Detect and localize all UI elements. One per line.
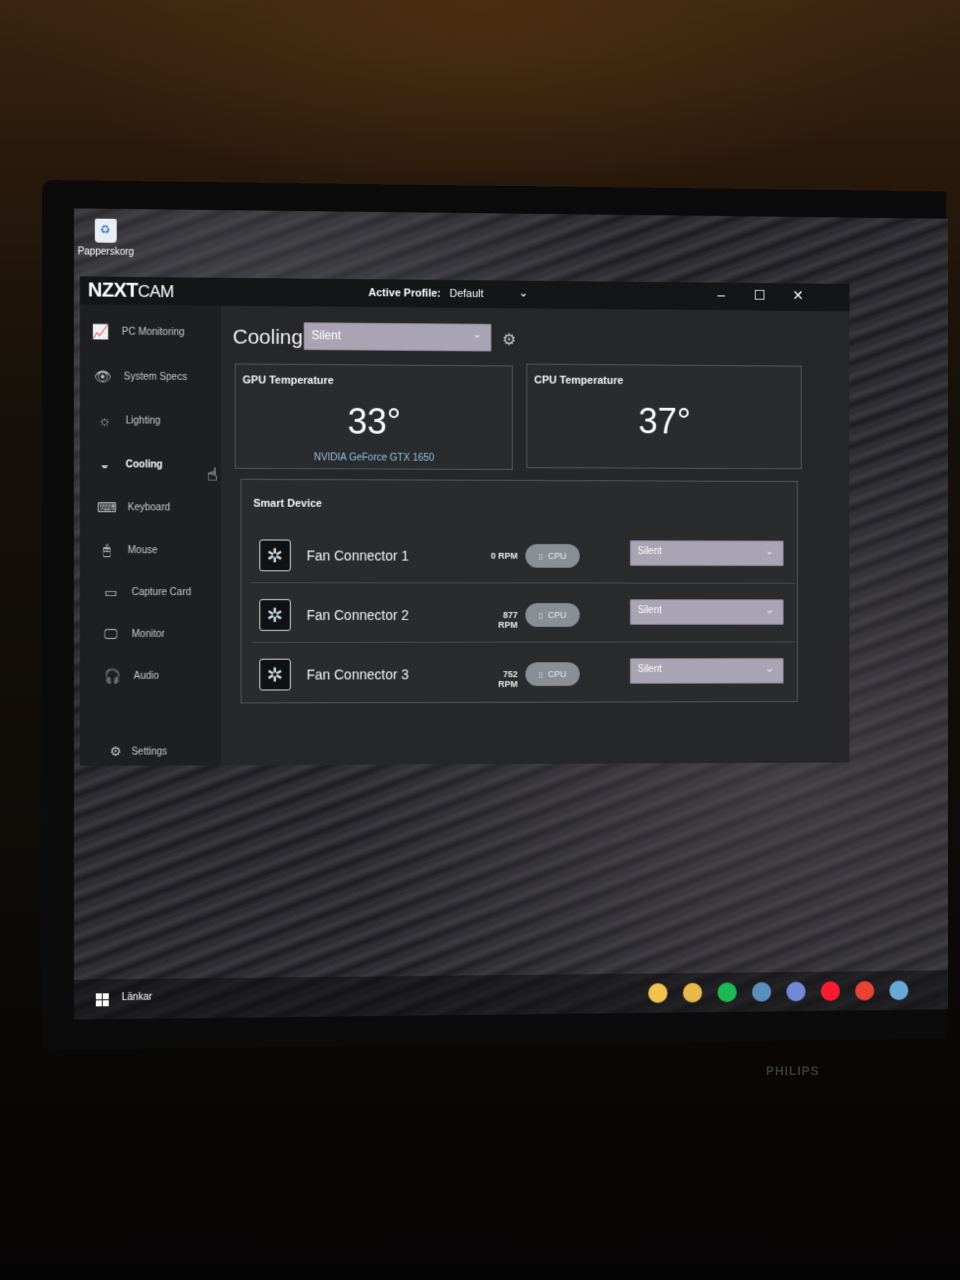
fan-profile-dropdown[interactable]: Silent ⌄ bbox=[630, 658, 784, 684]
fan-source-toggle[interactable]: ▯ CPU bbox=[525, 603, 579, 627]
cooling-page: Cooling Silent ⌄ ⚙ GPU Temperature 33° N… bbox=[221, 306, 850, 766]
chevron-down-icon: ⌄ bbox=[765, 545, 774, 558]
fan-row: ✲ Fan Connector 2 877 RPM ▯ CPU Silent ⌄ bbox=[251, 585, 795, 643]
discord-icon[interactable] bbox=[786, 982, 805, 1002]
gpu-temperature-card: GPU Temperature 33° NVIDIA GeForce GTX 1… bbox=[235, 363, 513, 470]
cpu-temperature-value: 37° bbox=[527, 400, 800, 443]
sidebar-item-mouse[interactable]: 🖱 Mouse bbox=[96, 535, 225, 565]
sidebar-item-pc-monitoring[interactable]: 📈 PC Monitoring bbox=[90, 316, 219, 347]
fan-row: ✲ Fan Connector 1 0 RPM ▯ CPU Silent ⌄ bbox=[251, 526, 795, 584]
smart-device-card: Smart Device ✲ Fan Connector 1 0 RPM ▯ C… bbox=[241, 479, 798, 704]
fan-source-toggle[interactable]: ▯ CPU bbox=[525, 662, 579, 686]
nzxt-cam-window: NZXTCAM Active Profile: Default ⌄ – ☐ ✕ … bbox=[80, 276, 850, 765]
chrome-icon[interactable] bbox=[855, 981, 874, 1001]
fan-icon: ✲ bbox=[259, 599, 291, 631]
fan-name: Fan Connector 2 bbox=[307, 607, 409, 623]
minimize-button[interactable]: – bbox=[712, 287, 731, 303]
steam-icon[interactable] bbox=[752, 982, 771, 1002]
active-profile-dropdown[interactable]: Default bbox=[450, 288, 484, 300]
cpu-chip-icon: ▯ bbox=[539, 551, 543, 560]
gpu-temperature-title: GPU Temperature bbox=[243, 374, 334, 387]
sidebar-item-settings[interactable]: ⚙ Settings bbox=[110, 744, 167, 760]
monitor-icon: 🖵 bbox=[100, 625, 122, 643]
page-title: Cooling bbox=[233, 326, 303, 350]
files-icon[interactable] bbox=[648, 983, 667, 1003]
capture-card-icon: ▭ bbox=[100, 583, 122, 601]
wall-background bbox=[0, 0, 960, 200]
fan-profile-dropdown[interactable]: Silent ⌄ bbox=[630, 540, 784, 566]
fan-rpm: 877 RPM bbox=[483, 610, 518, 630]
monitor-brand-logo: PHILIPS bbox=[766, 1064, 820, 1078]
sidebar-item-capture-card[interactable]: ▭ Capture Card bbox=[100, 577, 229, 607]
sidebar-item-audio[interactable]: 🎧 Audio bbox=[102, 661, 231, 691]
fan-source-toggle[interactable]: ▯ CPU bbox=[525, 544, 579, 568]
headset-icon: 🎧 bbox=[102, 667, 124, 685]
fan-rpm: 0 RPM bbox=[483, 551, 518, 561]
chart-line-icon: 📈 bbox=[90, 322, 112, 340]
settings-gear-icon[interactable]: ⚙ bbox=[502, 330, 516, 350]
cpu-chip-icon: ▯ bbox=[539, 670, 543, 679]
fan-icon: ✲ bbox=[259, 659, 291, 691]
keyboard-icon: ⌨ bbox=[96, 498, 118, 516]
sun-icon: ☼ bbox=[94, 411, 116, 429]
sidebar: 📈 PC Monitoring 👁 System Specs ☼ Lightin… bbox=[80, 304, 221, 765]
sidebar-item-monitor[interactable]: 🖵 Monitor bbox=[100, 619, 229, 649]
smart-device-title: Smart Device bbox=[253, 498, 322, 510]
maximize-button[interactable]: ☐ bbox=[750, 287, 769, 304]
cpu-temperature-title: CPU Temperature bbox=[534, 374, 623, 386]
fan-icon: ✲ bbox=[259, 539, 291, 571]
fan-cooling-icon: ◒ bbox=[94, 455, 116, 473]
taskbar-links-label[interactable]: Länkar bbox=[122, 992, 152, 1003]
recycle-bin-icon bbox=[95, 219, 117, 243]
sidebar-item-lighting[interactable]: ☼ Lighting bbox=[94, 405, 223, 436]
chevron-down-icon: ⌄ bbox=[765, 662, 774, 675]
close-button[interactable]: ✕ bbox=[788, 287, 807, 304]
cpu-temperature-card: CPU Temperature 37° bbox=[526, 364, 801, 470]
chevron-down-icon: ⌄ bbox=[765, 603, 774, 616]
chevron-down-icon: ⌄ bbox=[473, 328, 482, 341]
steam-tray-icon[interactable] bbox=[889, 981, 908, 1001]
gpu-temperature-value: 33° bbox=[236, 400, 512, 443]
recycle-bin-label: Papperskorg bbox=[76, 246, 136, 258]
opera-icon[interactable] bbox=[821, 981, 840, 1001]
desktop-screen: Papperskorg NZXTCAM Active Profile: Defa… bbox=[74, 208, 948, 1019]
active-profile-label: Active Profile: bbox=[368, 287, 440, 300]
chevron-down-icon[interactable]: ⌄ bbox=[519, 286, 529, 300]
sidebar-item-cooling[interactable]: ◒ Cooling bbox=[94, 449, 223, 479]
taskbar: Länkar bbox=[74, 970, 948, 1019]
recycle-bin[interactable]: Papperskorg bbox=[76, 218, 136, 258]
fan-row: ✲ Fan Connector 3 752 RPM ▯ CPU Silent ⌄ bbox=[251, 644, 795, 702]
folder-icon[interactable] bbox=[683, 983, 702, 1003]
fan-rpm: 752 RPM bbox=[483, 669, 518, 689]
gear-icon: ⚙ bbox=[110, 744, 122, 760]
cpu-chip-icon: ▯ bbox=[539, 611, 543, 620]
spotify-icon[interactable] bbox=[718, 982, 737, 1002]
sidebar-item-system-specs[interactable]: 👁 System Specs bbox=[92, 361, 221, 392]
fan-profile-dropdown[interactable]: Silent ⌄ bbox=[630, 599, 784, 625]
windows-start-icon[interactable] bbox=[96, 993, 109, 1006]
cooling-preset-dropdown[interactable]: Silent ⌄ bbox=[304, 322, 492, 351]
gpu-device-name: NVIDIA GeForce GTX 1650 bbox=[236, 452, 512, 464]
monitor-bezel: Papperskorg NZXTCAM Active Profile: Defa… bbox=[42, 180, 946, 1050]
eye-icon: 👁 bbox=[92, 367, 114, 385]
fan-name: Fan Connector 1 bbox=[307, 548, 409, 564]
sidebar-item-keyboard[interactable]: ⌨ Keyboard bbox=[96, 492, 225, 522]
fan-name: Fan Connector 3 bbox=[307, 666, 409, 682]
mouse-icon: 🖱 bbox=[96, 541, 118, 559]
mouse-pointer-icon: ☝ bbox=[207, 465, 218, 486]
app-logo: NZXTCAM bbox=[88, 279, 174, 303]
